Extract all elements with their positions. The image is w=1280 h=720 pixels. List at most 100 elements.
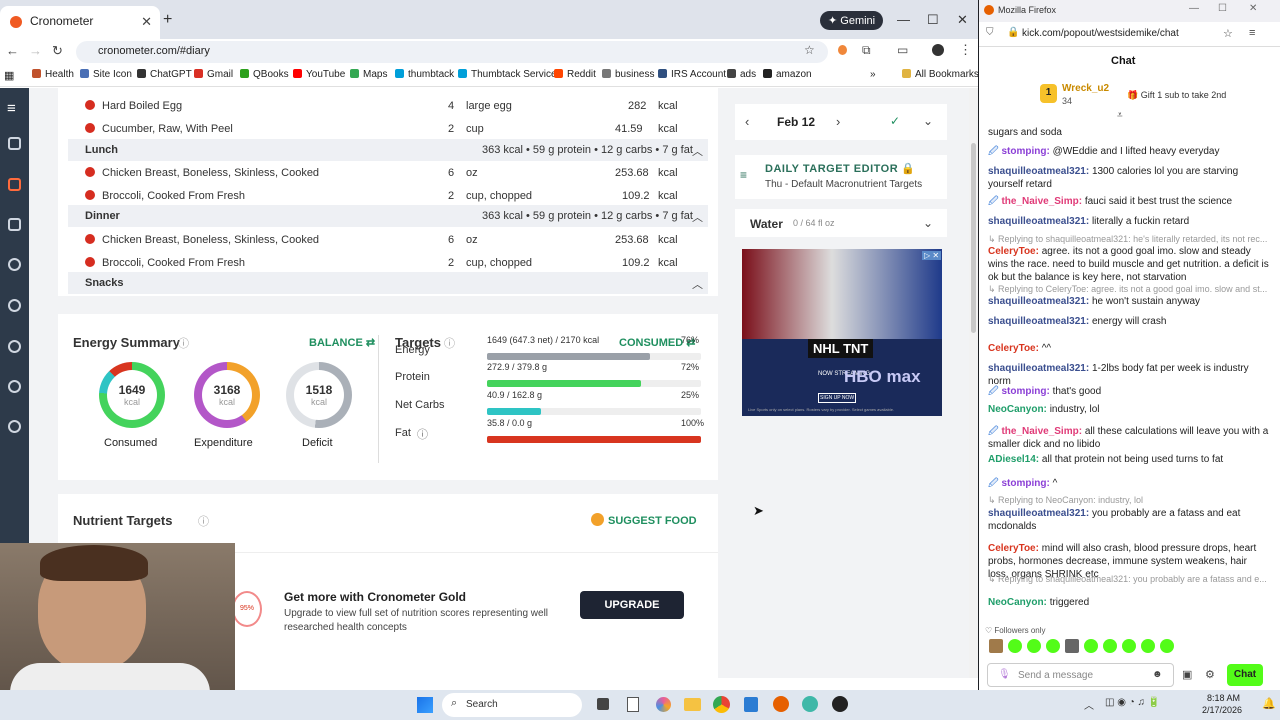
scrollbar-thumb[interactable] (971, 143, 976, 333)
tray-chevron-icon[interactable]: ︿ (1084, 697, 1094, 712)
bookmark-reddit[interactable]: Reddit (554, 69, 596, 80)
foods-icon[interactable] (8, 299, 21, 312)
notepad-icon[interactable] (627, 697, 639, 712)
chevron-up-icon[interactable]: ︿ (692, 276, 703, 292)
target-row[interactable]: Energy 1649 (647.3 net) / 2170 kcal 76% (395, 335, 703, 361)
chevron-up-icon[interactable]: ︿ (692, 209, 703, 225)
chat-username[interactable]: shaquilleoatmeal321: (988, 316, 1089, 327)
emote-icon[interactable] (1065, 639, 1079, 653)
maximize-icon[interactable]: ☐ (1218, 3, 1227, 14)
close-tab-icon[interactable]: ✕ (141, 14, 152, 30)
emoji-icon[interactable]: ☻ (1152, 669, 1163, 680)
bookmark-youtube[interactable]: YouTube (293, 69, 345, 80)
bookmark-qbooks[interactable]: QBooks (240, 69, 289, 80)
url-bar[interactable]: cronometer.com/#diary (76, 41, 828, 63)
target-row[interactable]: Fat ⓘ 35.8 / 0.0 g 100% (395, 418, 704, 444)
microphone-icon[interactable]: 🎙 (998, 669, 1011, 680)
target-row[interactable]: Protein 272.9 / 379.8 g 72% (395, 362, 703, 388)
chat-message[interactable]: shaquilleoatmeal321: he won't sustain an… (988, 295, 1270, 308)
chat-message[interactable]: shaquilleoatmeal321: energy will crash (988, 315, 1270, 328)
chat-message[interactable]: CeleryToe: agree. its not a good goal im… (988, 245, 1270, 284)
minimize-icon[interactable]: — (1189, 3, 1199, 14)
info-icon[interactable] (8, 420, 21, 433)
chat-username[interactable]: NeoCanyon: (988, 597, 1047, 608)
bookmark-star-icon[interactable]: ☆ (804, 43, 815, 57)
diary-row[interactable]: Chicken Breast, Boneless, Skinless, Cook… (68, 228, 708, 250)
chat-message[interactable]: shaquilleoatmeal321: 1300 calories lol y… (988, 165, 1270, 191)
chevron-down-icon[interactable]: ⌄ (923, 114, 933, 128)
meal-header-snacks[interactable]: Snacks ︿ (68, 272, 708, 294)
pinned-gift-banner[interactable]: 1 Wreck_u2 34 🎁 Gift 1 sub to take 2nd ⩡ (979, 73, 1280, 123)
file-explorer-icon[interactable] (684, 698, 701, 711)
chat-message[interactable]: sugars and soda (988, 126, 1270, 139)
help-icon[interactable] (8, 380, 21, 393)
gift-icon[interactable]: ▣ (1182, 668, 1192, 681)
chat-username[interactable]: ADiesel14: (988, 454, 1039, 465)
diary-row[interactable]: Broccoli, Cooked From Fresh 2 cup, chopped… (68, 184, 708, 206)
diary-row[interactable]: Cucumber, Raw, With Peel 2 cup 41.59 kcal (68, 117, 708, 139)
all-bookmarks[interactable]: All Bookmarks (902, 69, 978, 80)
obs-icon[interactable] (832, 696, 848, 712)
expand-icon[interactable]: ⩡ (1117, 110, 1123, 121)
close-window-icon[interactable]: ✕ (1249, 3, 1257, 14)
bookmark-business[interactable]: business (602, 69, 654, 80)
chat-username[interactable]: the_Naive_Simp: (1001, 426, 1082, 437)
info-icon[interactable]: ⓘ (417, 426, 428, 442)
emote-row[interactable] (989, 639, 1174, 655)
chat-username[interactable]: shaquilleoatmeal321: (988, 216, 1089, 227)
chat-username[interactable]: shaquilleoatmeal321: (988, 508, 1089, 519)
taskbar-search[interactable]: ⌕ Search (442, 693, 582, 717)
help-circle-icon[interactable]: ⓘ (178, 335, 189, 351)
page-scrollbar[interactable] (969, 88, 978, 678)
chat-username[interactable]: stomping: (1001, 478, 1049, 489)
chat-message[interactable]: shaquilleoatmeal321: you probably are a … (988, 507, 1270, 533)
back-icon[interactable]: ← (6, 43, 19, 58)
balance-toggle[interactable]: BALANCE ⇄ (309, 336, 375, 349)
chat-message[interactable]: 🖉 stomping: ^ (988, 477, 1270, 490)
chat-message[interactable]: 🖉 the_Naive_Simp: all these calculations… (988, 425, 1270, 451)
emote-icon[interactable] (1141, 639, 1155, 653)
diary-row[interactable]: Hard Boiled Egg 4 large egg 282 kcal (68, 94, 708, 116)
cast-icon[interactable]: ▭ (897, 43, 908, 57)
reload-icon[interactable]: ↻ (52, 43, 63, 59)
chat-message[interactable]: shaquilleoatmeal321: literally a fuckin … (988, 215, 1270, 228)
chat-username[interactable]: shaquilleoatmeal321: (988, 363, 1089, 374)
shield-icon[interactable]: ⛉ (986, 27, 994, 38)
suggest-food-button[interactable]: SUGGEST FOOD (591, 513, 697, 527)
close-window-icon[interactable]: ✕ (957, 12, 968, 28)
upgrade-button[interactable]: UPGRADE (580, 591, 684, 619)
chat-message[interactable]: NeoCanyon: triggered (988, 596, 1270, 609)
firefox-taskbar-icon[interactable] (773, 696, 789, 712)
date-label[interactable]: Feb 12 (777, 115, 815, 129)
chat-username[interactable]: stomping: (1001, 146, 1049, 157)
firefox-url[interactable]: kick.com/popout/westsidemike/chat (1022, 28, 1179, 39)
bookmark-health[interactable]: Health (32, 69, 74, 80)
firefox-menu-icon[interactable]: ≡ (1249, 27, 1255, 39)
next-day-icon[interactable]: › (836, 114, 840, 129)
chat-username[interactable]: CeleryToe: (988, 246, 1039, 257)
daily-target-editor[interactable]: ≡ DAILY TARGET EDITOR 🔒 Thu - Default Ma… (735, 155, 947, 199)
chat-message[interactable]: ADiesel14: all that protein not being us… (988, 453, 1270, 466)
bookmark-chatgpt[interactable]: ChatGPT (137, 69, 192, 80)
maximize-icon[interactable]: ☐ (927, 12, 939, 28)
emote-icon[interactable] (1103, 639, 1117, 653)
chat-username[interactable]: shaquilleoatmeal321: (988, 166, 1089, 177)
emote-icon[interactable] (1084, 639, 1098, 653)
bookmark-ads[interactable]: ads (727, 69, 756, 80)
chevron-up-icon[interactable]: ︿ (692, 143, 703, 159)
profile-avatar[interactable] (932, 44, 944, 56)
emote-icon[interactable] (989, 639, 1003, 653)
water-tracker[interactable]: Water 0 / 64 fl oz ⌄ (735, 209, 947, 237)
emote-icon[interactable] (1160, 639, 1174, 653)
bookmark-irs-account[interactable]: IRS Account (658, 69, 726, 80)
gemini-button[interactable]: ✦ Gemini (820, 11, 884, 30)
extensions-puzzle-icon[interactable]: ⧉ (862, 43, 871, 58)
word-icon[interactable] (744, 697, 758, 712)
prev-day-icon[interactable]: ‹ (745, 114, 749, 129)
chat-username[interactable]: NeoCanyon: (988, 404, 1047, 415)
forward-icon[interactable]: → (29, 43, 42, 58)
chat-message[interactable]: 🖉 stomping: @WEddie and I lifted heavy e… (988, 145, 1270, 158)
emote-icon[interactable] (1122, 639, 1136, 653)
chat-message[interactable]: 🖉 the_Naive_Simp: fauci said it best tru… (988, 195, 1270, 208)
nhl-ad[interactable]: NHL TNT NOW STREAMING HBO max SIGN UP NO… (742, 249, 942, 416)
